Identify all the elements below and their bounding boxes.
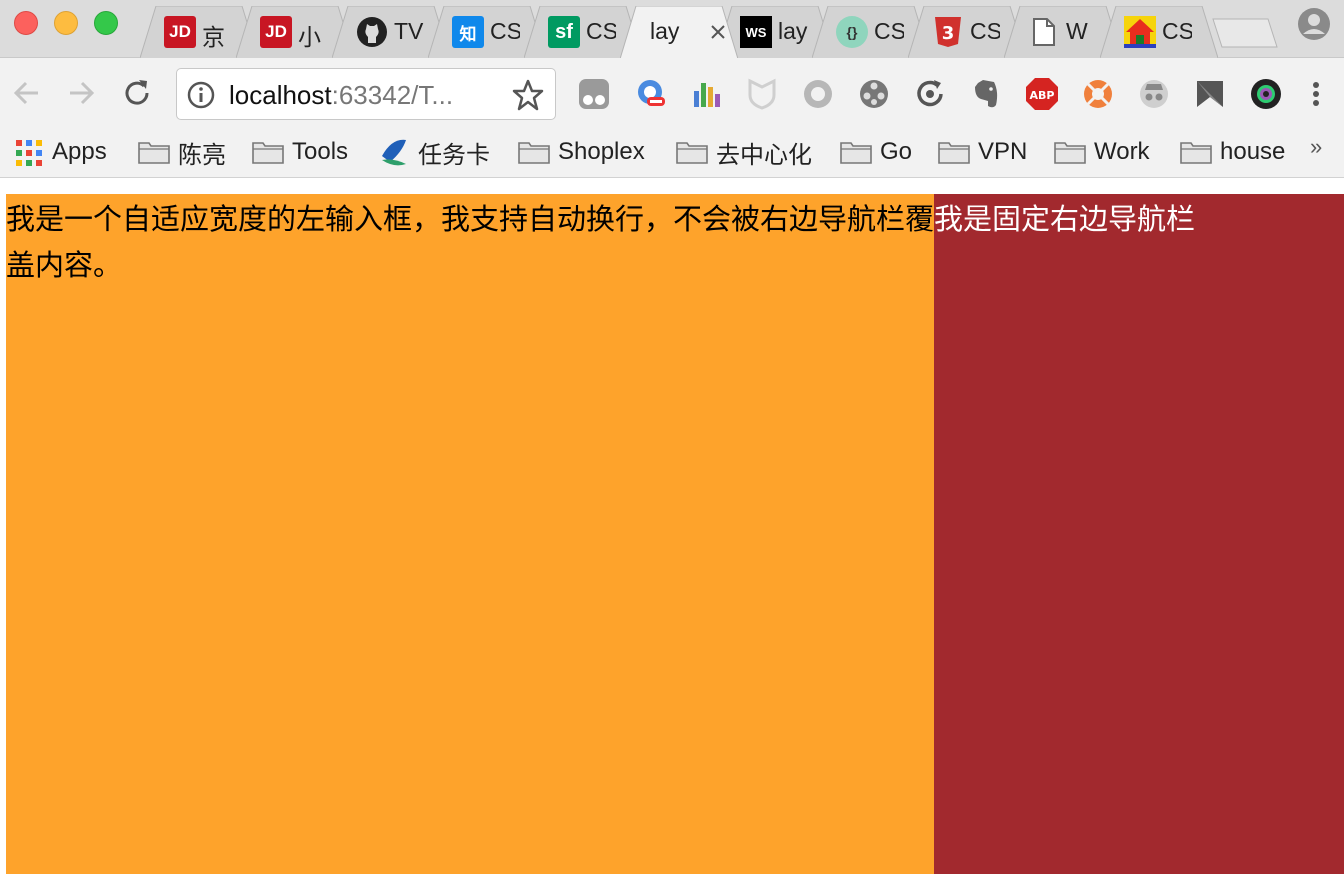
folder-icon	[840, 142, 872, 164]
close-tab-icon[interactable]	[708, 16, 732, 44]
window-close-button[interactable]	[14, 11, 38, 35]
folder-icon	[252, 142, 284, 164]
bookmark-label: Go	[880, 138, 913, 165]
bookmark-task-card[interactable]: 任务卡	[378, 136, 490, 169]
svg-text:ABP: ABP	[1030, 89, 1055, 102]
tab-title: CS	[1162, 18, 1192, 44]
tampermonkey-icon[interactable]	[576, 76, 612, 112]
bookmark-label: 陈亮	[178, 141, 226, 169]
github-icon	[356, 16, 388, 48]
svg-text:3: 3	[942, 23, 955, 44]
bookmark-folder-go[interactable]: Go	[840, 136, 912, 168]
adblock-plus-icon[interactable]: ABP	[1024, 76, 1060, 112]
film-reel-icon[interactable]	[856, 76, 892, 112]
bookmark-label: Shoplex	[558, 138, 645, 165]
reload-button[interactable]	[120, 76, 154, 110]
bookmark-folder-tools[interactable]: Tools	[252, 136, 348, 168]
bookmark-label: 任务卡	[418, 141, 490, 169]
tab-title: CS	[586, 18, 616, 44]
webstorm-icon: WS	[740, 16, 772, 48]
more-vert-icon[interactable]	[1298, 76, 1334, 112]
chart-bars-icon[interactable]	[688, 76, 724, 112]
proxy-switch-icon[interactable]	[632, 76, 668, 112]
document-icon	[1028, 16, 1060, 48]
tab-title: CS	[874, 18, 904, 44]
task-card-icon	[382, 139, 406, 166]
pushbullet-icon[interactable]	[1192, 76, 1228, 112]
camera-lens-icon[interactable]	[1248, 76, 1284, 112]
left-adaptive-panel: 我是一个自适应宽度的左输入框，我支持自动换行，不会被右边导航栏覆盖内容。	[6, 194, 934, 874]
bookmark-label: Work	[1094, 138, 1150, 165]
jd-icon: JD	[164, 16, 196, 48]
back-button[interactable]	[10, 76, 44, 110]
bookmark-folder-vpn[interactable]: VPN	[938, 136, 1027, 168]
folder-icon	[518, 142, 550, 164]
window-minimize-button[interactable]	[54, 11, 78, 35]
spy-hat-icon[interactable]	[1136, 76, 1172, 112]
circle-extension-icon[interactable]	[800, 76, 836, 112]
bookmark-folder-chenliang[interactable]: 陈亮	[138, 136, 226, 169]
new-tab-button[interactable]	[1212, 18, 1278, 48]
apps-grid-icon	[14, 138, 42, 166]
bookmark-label: Tools	[292, 138, 349, 165]
info-icon[interactable]	[187, 81, 215, 109]
zhihu-icon: 知	[452, 16, 484, 48]
tab-title: CS	[490, 18, 520, 44]
address-bar[interactable]: localhost:63342/T...	[176, 68, 556, 120]
page-viewport: 我是一个自适应宽度的左输入框，我支持自动换行，不会被右边导航栏覆盖内容。 我是固…	[0, 179, 1344, 874]
right-fixed-nav: 我是固定右边导航栏	[934, 194, 1344, 874]
bookmarks-bar: Apps 陈亮 Tools 任务卡 Shoplex 去中心化 Go VPN Wo…	[0, 128, 1344, 178]
bookmark-folder-shoplex[interactable]: Shoplex	[518, 136, 645, 168]
css3-icon: 3	[932, 16, 964, 48]
segmentfault-icon: sf	[548, 16, 580, 48]
bookmark-label: VPN	[978, 138, 1028, 165]
bookmark-label: Apps	[52, 138, 107, 165]
profile-icon[interactable]	[1296, 6, 1332, 42]
house-colorful-icon	[1124, 16, 1156, 48]
folder-icon	[676, 142, 708, 164]
tab-layout-active[interactable]: lay	[620, 6, 738, 58]
tab-strip: JD 京 JD 小 TV 知 CS sf CS WS lay {} CS 3 C…	[0, 0, 1344, 58]
lifebuoy-icon[interactable]	[1080, 76, 1116, 112]
bookmark-folder-house[interactable]: house	[1180, 136, 1285, 168]
folder-icon	[138, 142, 170, 164]
bookmark-folder-work[interactable]: Work	[1054, 136, 1150, 168]
bookmark-apps[interactable]: Apps	[14, 136, 107, 168]
bookmarks-overflow-button[interactable]: »	[1310, 134, 1322, 160]
tab-title: 小	[298, 24, 321, 50]
folder-icon	[1054, 142, 1086, 164]
tab-title: W	[1066, 18, 1088, 44]
tab-title: CS	[970, 18, 1000, 44]
codepen-pencil-icon: {}	[836, 16, 868, 48]
url-text[interactable]: localhost:63342/T...	[229, 80, 453, 111]
tab-title: TV	[394, 18, 424, 44]
tab-title: 京	[202, 24, 225, 50]
jd-icon: JD	[260, 16, 292, 48]
bookmark-label: house	[1220, 138, 1286, 165]
tab-title: lay	[778, 18, 808, 44]
folder-icon	[1180, 142, 1212, 164]
folder-icon	[938, 142, 970, 164]
refresh-extension-icon[interactable]	[912, 76, 948, 112]
bookmark-folder-decentralized[interactable]: 去中心化	[676, 136, 812, 169]
evernote-icon[interactable]	[968, 76, 1004, 112]
tab-house[interactable]: CS	[1100, 6, 1218, 58]
url-path: :63342/T...	[331, 80, 454, 110]
bookmark-star-icon[interactable]	[511, 78, 545, 112]
shield-extension-icon[interactable]	[744, 76, 780, 112]
url-host: localhost	[229, 80, 332, 110]
window-maximize-button[interactable]	[94, 11, 118, 35]
bookmark-label: 去中心化	[716, 141, 812, 169]
tab-title: lay	[650, 18, 680, 44]
forward-button[interactable]	[64, 76, 98, 110]
